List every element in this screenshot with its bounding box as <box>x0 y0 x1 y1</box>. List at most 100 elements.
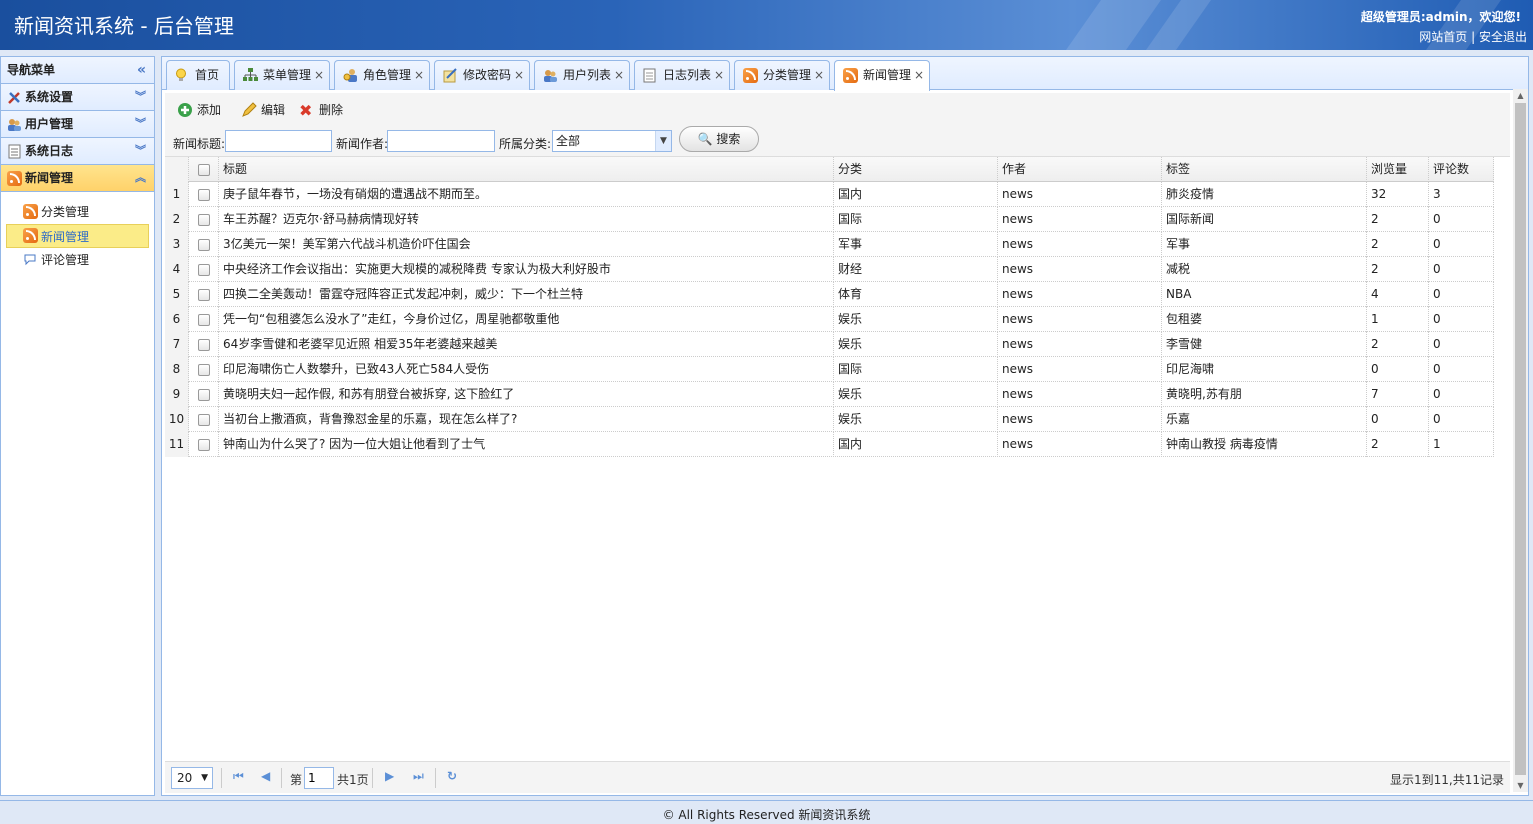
close-icon[interactable]: × <box>414 61 424 89</box>
scroll-down-icon[interactable]: ▼ <box>1513 781 1528 790</box>
first-page-icon[interactable]: ⏮ <box>233 769 244 784</box>
row-select-cell <box>189 207 219 232</box>
row-checkbox[interactable] <box>197 413 210 426</box>
refresh-icon[interactable]: ↻ <box>447 769 457 783</box>
tab-home[interactable]: 首页 <box>166 60 230 90</box>
table-row[interactable]: 4 中央经济工作会议指出：实施更大规模的减税降费 专家认为极大利好股市 财经 news… <box>165 257 1494 282</box>
row-checkbox[interactable] <box>197 288 210 301</box>
page-size-select[interactable]: 20 ▼ <box>171 767 213 789</box>
category-select[interactable]: 全部 ▼ <box>552 130 672 152</box>
prev-page-icon[interactable]: ◀ <box>261 769 270 783</box>
close-icon[interactable]: × <box>614 61 624 89</box>
table-row[interactable]: 6 凭一句“包租婆怎么没水了”走红，今身价过亿，周星驰都敬重他 娱乐 news 包租婆 1… <box>165 307 1494 332</box>
tab-news-management[interactable]: 新闻管理 × <box>834 60 930 91</box>
close-icon[interactable]: × <box>314 61 324 89</box>
row-checkbox[interactable] <box>197 188 210 201</box>
nav-group-system-log[interactable]: 系统日志 ︾ <box>1 138 154 165</box>
logout-link[interactable]: 安全退出 <box>1479 30 1527 44</box>
comment-icon <box>24 254 36 266</box>
category-select-value: 全部 <box>556 134 581 148</box>
row-checkbox[interactable] <box>197 388 210 401</box>
sidebar-item-news-management[interactable]: 新闻管理 <box>6 224 149 248</box>
column-header-views[interactable]: 浏览量 <box>1367 157 1429 182</box>
cell-views: 7 <box>1367 382 1429 407</box>
column-header-category[interactable]: 分类 <box>834 157 998 182</box>
cell-comments: 0 <box>1429 407 1494 432</box>
tab-change-password[interactable]: 修改密码 × <box>434 60 530 90</box>
site-home-link[interactable]: 网站首页 <box>1419 30 1467 44</box>
cell-views: 32 <box>1367 182 1429 207</box>
table-row[interactable]: 11 钟南山为什么哭了? 因为一位大姐让他看到了士气 国内 news 钟南山教授 病毒疫… <box>165 432 1494 457</box>
table-row[interactable]: 9 黄晓明夫妇一起作假, 和苏有朋登台被拆穿, 这下脸红了 娱乐 news 黄晓明,苏有… <box>165 382 1494 407</box>
rss-icon <box>743 68 758 83</box>
cell-views: 2 <box>1367 332 1429 357</box>
tab-category-management[interactable]: 分类管理 × <box>734 60 830 90</box>
row-checkbox[interactable] <box>197 363 210 376</box>
close-icon[interactable]: × <box>914 61 924 89</box>
sidebar-item-category-management[interactable]: 分类管理 <box>1 200 154 224</box>
row-select-cell <box>189 182 219 207</box>
row-number: 7 <box>165 332 189 357</box>
sidebar-item-comment-management[interactable]: 评论管理 <box>1 248 154 272</box>
app-title: 新闻资讯系统 - 后台管理 <box>14 14 234 38</box>
table-row[interactable]: 8 印尼海啸伤亡人数攀升，已致43人死亡584人受伤 国际 news 印尼海啸 0 0 <box>165 357 1494 382</box>
table-row[interactable]: 5 四换二全美轰动！雷霆夺冠阵容正式发起冲刺，威少：下一个杜兰特 体育 news NBA… <box>165 282 1494 307</box>
row-checkbox[interactable] <box>197 238 210 251</box>
close-icon[interactable]: × <box>714 61 724 89</box>
delete-button[interactable]: ✖ 删除 <box>299 99 343 121</box>
row-checkbox[interactable] <box>197 313 210 326</box>
tab-role-management[interactable]: 角色管理 × <box>334 60 430 90</box>
cell-comments: 0 <box>1429 357 1494 382</box>
user-greeting: 超级管理员:admin，欢迎您! <box>1360 10 1521 24</box>
table-row[interactable]: 2 车王苏醒？迈克尔·舒马赫病情现好转 国际 news 国际新闻 2 0 <box>165 207 1494 232</box>
separator <box>372 768 373 788</box>
table-row[interactable]: 10 当初台上撒酒疯，背鲁豫怼金星的乐嘉，现在怎么样了? 娱乐 news 乐嘉 0 0 <box>165 407 1494 432</box>
row-checkbox[interactable] <box>197 338 210 351</box>
cell-views: 0 <box>1367 357 1429 382</box>
close-icon[interactable]: × <box>514 61 524 89</box>
select-all-checkbox[interactable] <box>197 163 210 176</box>
row-select-cell <box>189 257 219 282</box>
last-page-icon[interactable]: ⏭ <box>413 769 424 784</box>
cell-tags: NBA <box>1162 282 1367 307</box>
nav-group-user-management[interactable]: 用户管理 ︾ <box>1 111 154 138</box>
search-button[interactable]: 🔍 搜索 <box>679 126 759 152</box>
cell-author: news <box>998 182 1162 207</box>
edit-button[interactable]: 编辑 <box>241 99 285 121</box>
row-checkbox[interactable] <box>197 438 210 451</box>
vertical-scrollbar[interactable]: ▲ ▼ <box>1513 89 1528 792</box>
row-checkbox[interactable] <box>197 263 210 276</box>
column-header-author[interactable]: 作者 <box>998 157 1162 182</box>
page-number-input[interactable] <box>304 767 334 789</box>
cell-category: 娱乐 <box>834 332 998 357</box>
page-size-value: 20 <box>177 771 193 785</box>
table-row[interactable]: 7 64岁李雪健和老婆罕见近照 相爱35年老婆越来越美 娱乐 news 李雪健 2 0 <box>165 332 1494 357</box>
row-number: 1 <box>165 182 189 207</box>
tab-menu-management[interactable]: 菜单管理 × <box>234 60 330 90</box>
next-page-icon[interactable]: ▶ <box>385 769 394 783</box>
news-title-input[interactable] <box>225 130 332 152</box>
row-number: 10 <box>165 407 189 432</box>
collapse-sidebar-icon[interactable]: « <box>137 57 146 83</box>
column-header-tags[interactable]: 标签 <box>1162 157 1367 182</box>
table-row[interactable]: 1 庚子鼠年春节，一场没有硝烟的遭遇战不期而至。 国内 news 肺炎疫情 32 3 <box>165 182 1494 207</box>
column-header-comments[interactable]: 评论数 <box>1429 157 1494 182</box>
cell-title: 中央经济工作会议指出：实施更大规模的减税降费 专家认为极大利好股市 <box>219 257 834 282</box>
news-author-input[interactable] <box>387 130 495 152</box>
tab-log-list[interactable]: 日志列表 × <box>634 60 730 90</box>
table-row[interactable]: 3 3亿美元一架！美军第六代战斗机造价吓住国会 军事 news 军事 2 0 <box>165 232 1494 257</box>
tab-user-list[interactable]: 用户列表 × <box>534 60 630 90</box>
scroll-up-icon[interactable]: ▲ <box>1513 91 1528 100</box>
nav-group-news-management[interactable]: 新闻管理 ︽ <box>1 165 154 192</box>
add-button[interactable]: 添加 <box>177 99 221 121</box>
nav-group-system-settings[interactable]: 系统设置 ︾ <box>1 84 154 111</box>
cell-category: 军事 <box>834 232 998 257</box>
cell-author: news <box>998 382 1162 407</box>
scroll-thumb[interactable] <box>1515 103 1526 775</box>
row-number: 3 <box>165 232 189 257</box>
column-header-title[interactable]: 标题 <box>219 157 834 182</box>
close-icon[interactable]: × <box>814 61 824 89</box>
row-checkbox[interactable] <box>197 213 210 226</box>
cell-tags: 肺炎疫情 <box>1162 182 1367 207</box>
tab-label: 新闻管理 <box>863 68 912 82</box>
